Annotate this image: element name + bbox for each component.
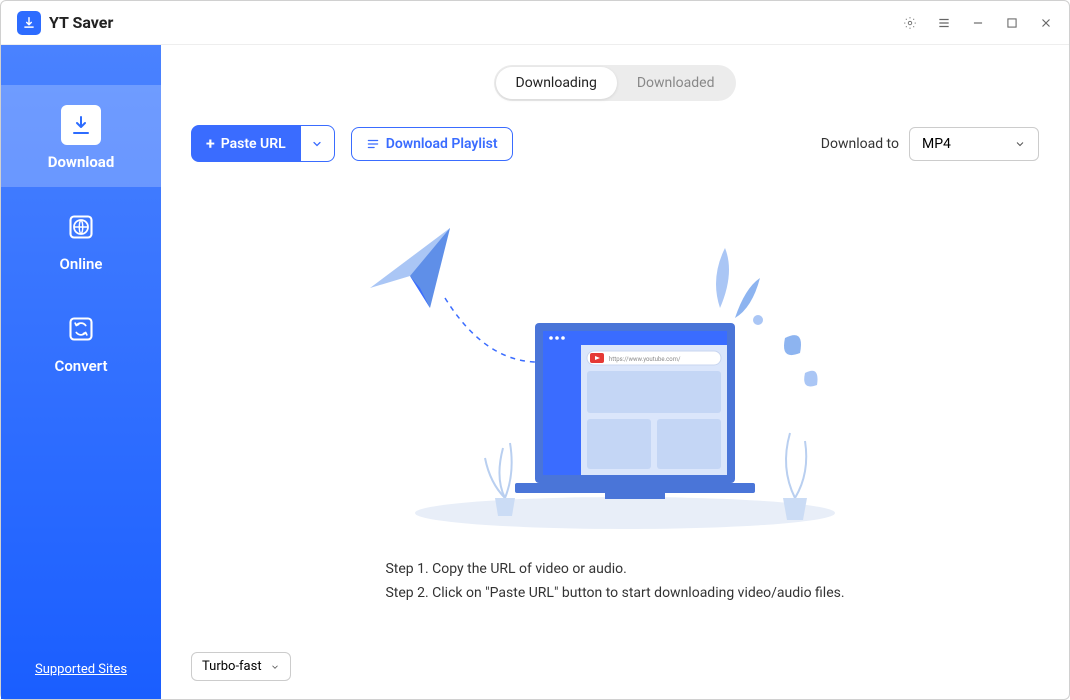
sidebar-item-label: Download [48,153,115,171]
sidebar-item-online[interactable]: Online [1,187,161,289]
close-button[interactable] [1039,16,1053,30]
menu-icon[interactable] [937,16,951,30]
maximize-button[interactable] [1005,16,1019,30]
download-icon [61,105,101,145]
speed-value: Turbo-fast [202,659,262,674]
tabs-row: Downloading Downloaded [191,65,1039,101]
paste-url-group: + Paste URL [191,125,335,162]
tab-pill: Downloading Downloaded [494,65,737,101]
app-title: YT Saver [49,13,113,32]
footer: Turbo-fast [191,652,1039,681]
supported-sites-link[interactable]: Supported Sites [35,662,127,677]
toolbar: + Paste URL Download Playlist Download t… [191,125,1039,162]
paste-url-button[interactable]: + Paste URL [191,125,301,162]
tab-downloading[interactable]: Downloading [496,67,617,99]
sidebar: Download Online Convert Supported Sites [1,45,161,699]
download-playlist-button[interactable]: Download Playlist [351,127,513,161]
sidebar-item-label: Online [60,255,103,273]
download-to-select[interactable]: MP4 [909,127,1039,161]
paste-url-dropdown[interactable] [301,125,335,162]
app-icon [17,11,41,35]
download-playlist-label: Download Playlist [386,136,498,152]
steps: Step 1. Copy the URL of video or audio. … [385,558,844,606]
download-to-group: Download to MP4 [821,127,1039,161]
paste-url-label: Paste URL [221,136,286,152]
illustration-svg: https://www.youtube.com/ [335,208,895,548]
globe-icon [61,207,101,247]
speed-select[interactable]: Turbo-fast [191,652,291,681]
titlebar: YT Saver [1,1,1069,45]
illustration: https://www.youtube.com/ Step 1. Copy th… [191,162,1039,652]
illustration-url: https://www.youtube.com/ [609,356,681,363]
tab-downloaded[interactable]: Downloaded [617,67,735,99]
chevron-down-icon [270,662,280,672]
titlebar-right [903,16,1053,30]
sidebar-item-label: Convert [55,357,108,375]
titlebar-left: YT Saver [17,11,113,35]
step-2: Step 2. Click on "Paste URL" button to s… [385,582,844,606]
sidebar-item-download[interactable]: Download [1,85,161,187]
chevron-down-icon [1014,138,1026,150]
download-to-value: MP4 [922,136,951,152]
minimize-button[interactable] [971,16,985,30]
main-panel: Downloading Downloaded + Paste URL Downl… [161,45,1069,699]
settings-icon[interactable] [903,16,917,30]
step-1: Step 1. Copy the URL of video or audio. [385,558,844,582]
convert-icon [61,309,101,349]
download-to-label: Download to [821,136,899,152]
sidebar-item-convert[interactable]: Convert [1,289,161,391]
chevron-down-icon [311,138,323,150]
playlist-icon [366,137,380,151]
plus-icon: + [206,134,215,153]
